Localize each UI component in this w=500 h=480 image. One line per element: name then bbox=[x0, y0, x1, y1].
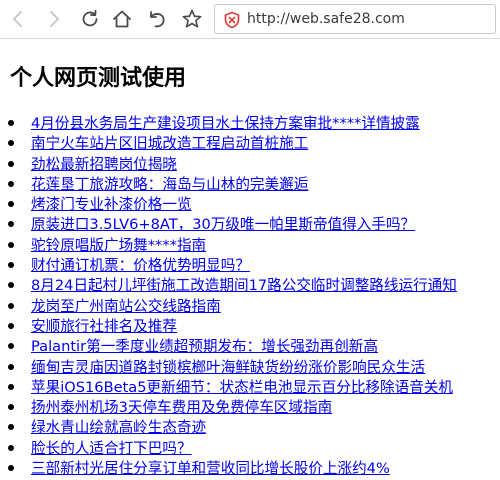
bullet-icon bbox=[8, 444, 14, 451]
bullet-icon bbox=[8, 404, 14, 411]
bullet-icon bbox=[8, 343, 14, 350]
link-list: 4月份县水务局生产建设项目水土保持方案审批****详情披露 南宁火车站片区旧城改造… bbox=[0, 113, 500, 478]
bullet-icon bbox=[8, 383, 14, 390]
bullet-icon bbox=[8, 282, 14, 289]
article-link[interactable]: 财付通订机票：价格优势明显吗？ bbox=[31, 257, 250, 274]
undo-button[interactable] bbox=[143, 5, 171, 33]
article-link[interactable]: 脸长的人适合打下巴吗？ bbox=[31, 440, 192, 457]
list-item: 苹果iOS16Beta5更新细节：状态栏电池显示百分比移除语音关机 bbox=[0, 377, 500, 397]
bullet-icon bbox=[8, 201, 14, 208]
article-link[interactable]: 绿水青山绘就高岭生态奇迹 bbox=[31, 419, 206, 436]
bullet-icon bbox=[8, 424, 14, 431]
list-item: 南宁火车站片区旧城改造工程启动首桩施工 bbox=[0, 133, 500, 153]
article-link[interactable]: 花莲垦丁旅游攻略：海岛与山林的完美邂逅 bbox=[31, 176, 308, 193]
article-link[interactable]: 缅甸吉灵庙因道路封锁槟榔叶海鲜缺货纷纷涨价影响民众生活 bbox=[31, 359, 425, 376]
article-link[interactable]: 驼铃原唱版广场舞****指南 bbox=[31, 237, 206, 254]
list-item: 8月24日起村儿坪街施工改造期间17路公交临时调整路线运行通知 bbox=[0, 275, 500, 295]
not-secure-shield-icon[interactable] bbox=[223, 11, 241, 29]
list-item: 安顺旅行社排名及推荐 bbox=[0, 316, 500, 336]
list-item: 原装进口3.5LV6+8AT，30万级唯一帕里斯帝值得入手吗？ bbox=[0, 214, 500, 234]
list-item: 4月份县水务局生产建设项目水土保持方案审批****详情披露 bbox=[0, 113, 500, 133]
reload-icon bbox=[82, 9, 98, 27]
list-item: 龙岗至广州南站公交线路指南 bbox=[0, 296, 500, 316]
list-item: 缅甸吉灵庙因道路封锁槟榔叶海鲜缺货纷纷涨价影响民众生活 bbox=[0, 357, 500, 377]
list-item: 扬州泰州机场3天停车费用及免费停车区域指南 bbox=[0, 397, 500, 417]
article-link[interactable]: 烤漆门专业补漆价格一览 bbox=[31, 196, 192, 213]
article-link[interactable]: 安顺旅行社排名及推荐 bbox=[31, 318, 177, 335]
list-item: 花莲垦丁旅游攻略：海岛与山林的完美邂逅 bbox=[0, 174, 500, 194]
page-title: 个人网页测试使用 bbox=[10, 66, 187, 91]
article-link[interactable]: 原装进口3.5LV6+8AT，30万级唯一帕里斯帝值得入手吗？ bbox=[31, 216, 415, 233]
arrow-left-icon bbox=[13, 11, 22, 27]
bullet-icon bbox=[8, 465, 14, 472]
home-button[interactable] bbox=[108, 5, 136, 33]
article-link[interactable]: 4月份县水务局生产建设项目水土保持方案审批****详情披露 bbox=[31, 115, 420, 132]
bullet-icon bbox=[8, 302, 14, 309]
article-link[interactable]: 扬州泰州机场3天停车费用及免费停车区域指南 bbox=[31, 399, 332, 416]
home-icon bbox=[113, 10, 131, 28]
list-item: 劲松最新招聘岗位揭晓 bbox=[0, 154, 500, 174]
url-text[interactable]: http://web.safe28.com bbox=[247, 10, 405, 28]
address-bar[interactable]: http://web.safe28.com bbox=[214, 4, 496, 34]
article-link[interactable]: 南宁火车站片区旧城改造工程启动首桩施工 bbox=[31, 135, 308, 152]
bookmark-button[interactable] bbox=[178, 5, 206, 33]
bullet-icon bbox=[8, 140, 14, 147]
list-item: 绿水青山绘就高岭生态奇迹 bbox=[0, 417, 500, 437]
bullet-icon bbox=[8, 262, 14, 269]
bullet-icon bbox=[8, 180, 14, 187]
article-link[interactable]: 劲松最新招聘岗位揭晓 bbox=[31, 156, 177, 173]
browser-toolbar: http://web.safe28.com bbox=[0, 0, 500, 39]
star-icon bbox=[182, 9, 202, 28]
bullet-icon bbox=[8, 160, 14, 167]
article-link[interactable]: 8月24日起村儿坪街施工改造期间17路公交临时调整路线运行通知 bbox=[31, 277, 457, 294]
web-page: 个人网页测试使用 4月份县水务局生产建设项目水土保持方案审批****详情披露 南宁… bbox=[0, 39, 500, 480]
bullet-icon bbox=[8, 241, 14, 248]
bullet-icon bbox=[8, 120, 14, 126]
reload-button[interactable] bbox=[76, 5, 104, 33]
list-item: 财付通订机票：价格优势明显吗？ bbox=[0, 255, 500, 275]
article-link[interactable]: 苹果iOS16Beta5更新细节：状态栏电池显示百分比移除语音关机 bbox=[31, 379, 453, 396]
article-link[interactable]: 三部新村光居住分享订单和营收同比增长股价上涨约4% bbox=[31, 460, 390, 477]
bullet-icon bbox=[8, 221, 14, 228]
article-link[interactable]: Palantir第一季度业绩超预期发布：增长强劲再创新高 bbox=[31, 338, 378, 355]
bullet-icon bbox=[8, 322, 14, 329]
list-item: Palantir第一季度业绩超预期发布：增长强劲再创新高 bbox=[0, 336, 500, 356]
bullet-icon bbox=[8, 363, 14, 370]
back-button[interactable] bbox=[4, 5, 32, 33]
arrow-right-icon bbox=[50, 11, 59, 27]
list-item: 三部新村光居住分享订单和营收同比增长股价上涨约4% bbox=[0, 458, 500, 478]
list-item: 脸长的人适合打下巴吗？ bbox=[0, 438, 500, 458]
forward-button[interactable] bbox=[40, 5, 68, 33]
list-item: 烤漆门专业补漆价格一览 bbox=[0, 194, 500, 214]
list-item: 驼铃原唱版广场舞****指南 bbox=[0, 235, 500, 255]
article-link[interactable]: 龙岗至广州南站公交线路指南 bbox=[31, 298, 221, 315]
undo-icon bbox=[150, 11, 165, 28]
